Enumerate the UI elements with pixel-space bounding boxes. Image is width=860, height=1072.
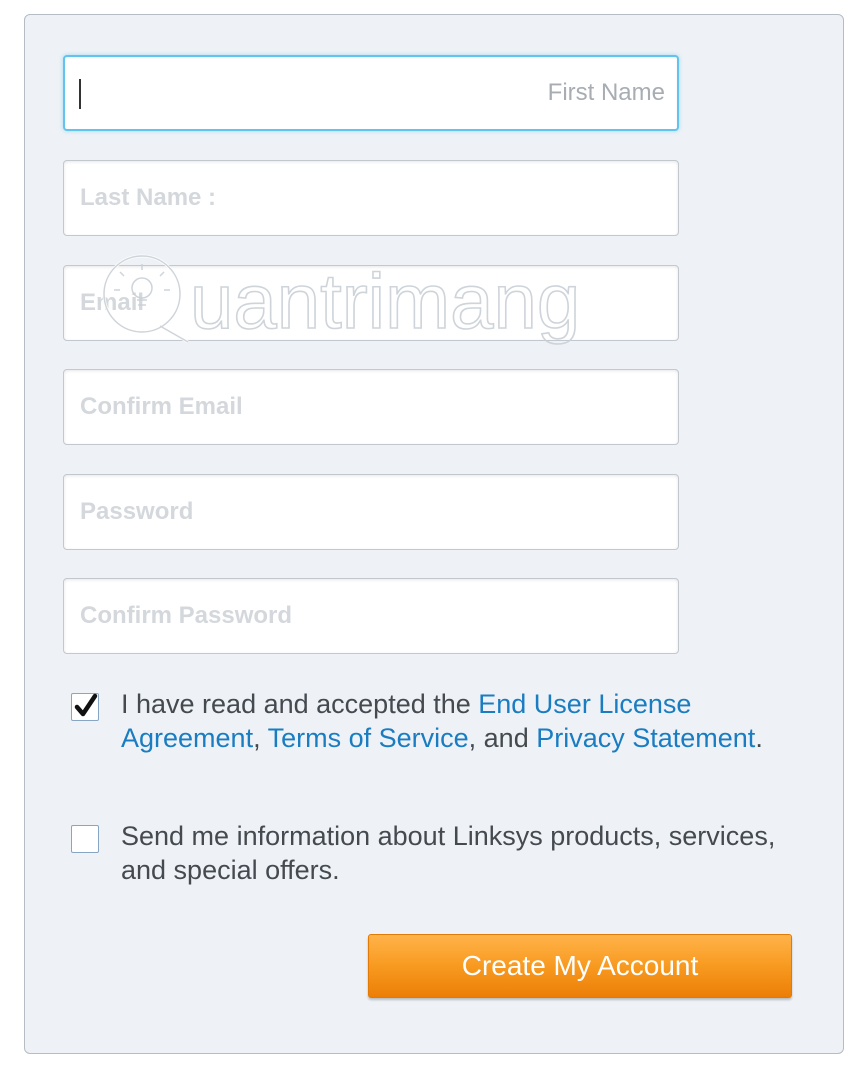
confirm-email-field[interactable] — [63, 369, 679, 445]
last-name-input[interactable] — [64, 161, 678, 235]
terms-of-service-link[interactable]: Terms of Service — [268, 723, 469, 753]
newsletter-text: Send me information about Linksys produc… — [121, 821, 776, 885]
signup-form-panel: I have read and accepted the End User Li… — [24, 14, 844, 1054]
privacy-statement-link[interactable]: Privacy Statement — [536, 723, 755, 753]
create-account-button[interactable]: Create My Account — [368, 934, 792, 998]
email-input[interactable] — [64, 266, 678, 340]
agreement-separator-2: , and — [468, 723, 537, 753]
confirm-password-input[interactable] — [64, 579, 678, 653]
agreement-separator-1: , — [253, 723, 268, 753]
password-input[interactable] — [64, 475, 678, 549]
first-name-field[interactable] — [63, 55, 679, 131]
confirm-password-field[interactable] — [63, 578, 679, 654]
agreement-checkbox[interactable] — [71, 693, 99, 721]
agreement-row: I have read and accepted the End User Li… — [71, 687, 803, 755]
agreement-text: I have read and accepted the End User Li… — [121, 687, 803, 755]
first-name-input[interactable] — [65, 57, 677, 129]
confirm-email-input[interactable] — [64, 370, 678, 444]
email-field[interactable] — [63, 265, 679, 341]
newsletter-checkbox[interactable] — [71, 825, 99, 853]
newsletter-row: Send me information about Linksys produc… — [71, 819, 803, 887]
checkmark-icon — [74, 693, 98, 717]
last-name-field[interactable] — [63, 160, 679, 236]
agreement-text-before: I have read and accepted the — [121, 689, 479, 719]
password-field[interactable] — [63, 474, 679, 550]
text-caret — [79, 79, 81, 109]
agreement-text-after: . — [755, 723, 763, 753]
